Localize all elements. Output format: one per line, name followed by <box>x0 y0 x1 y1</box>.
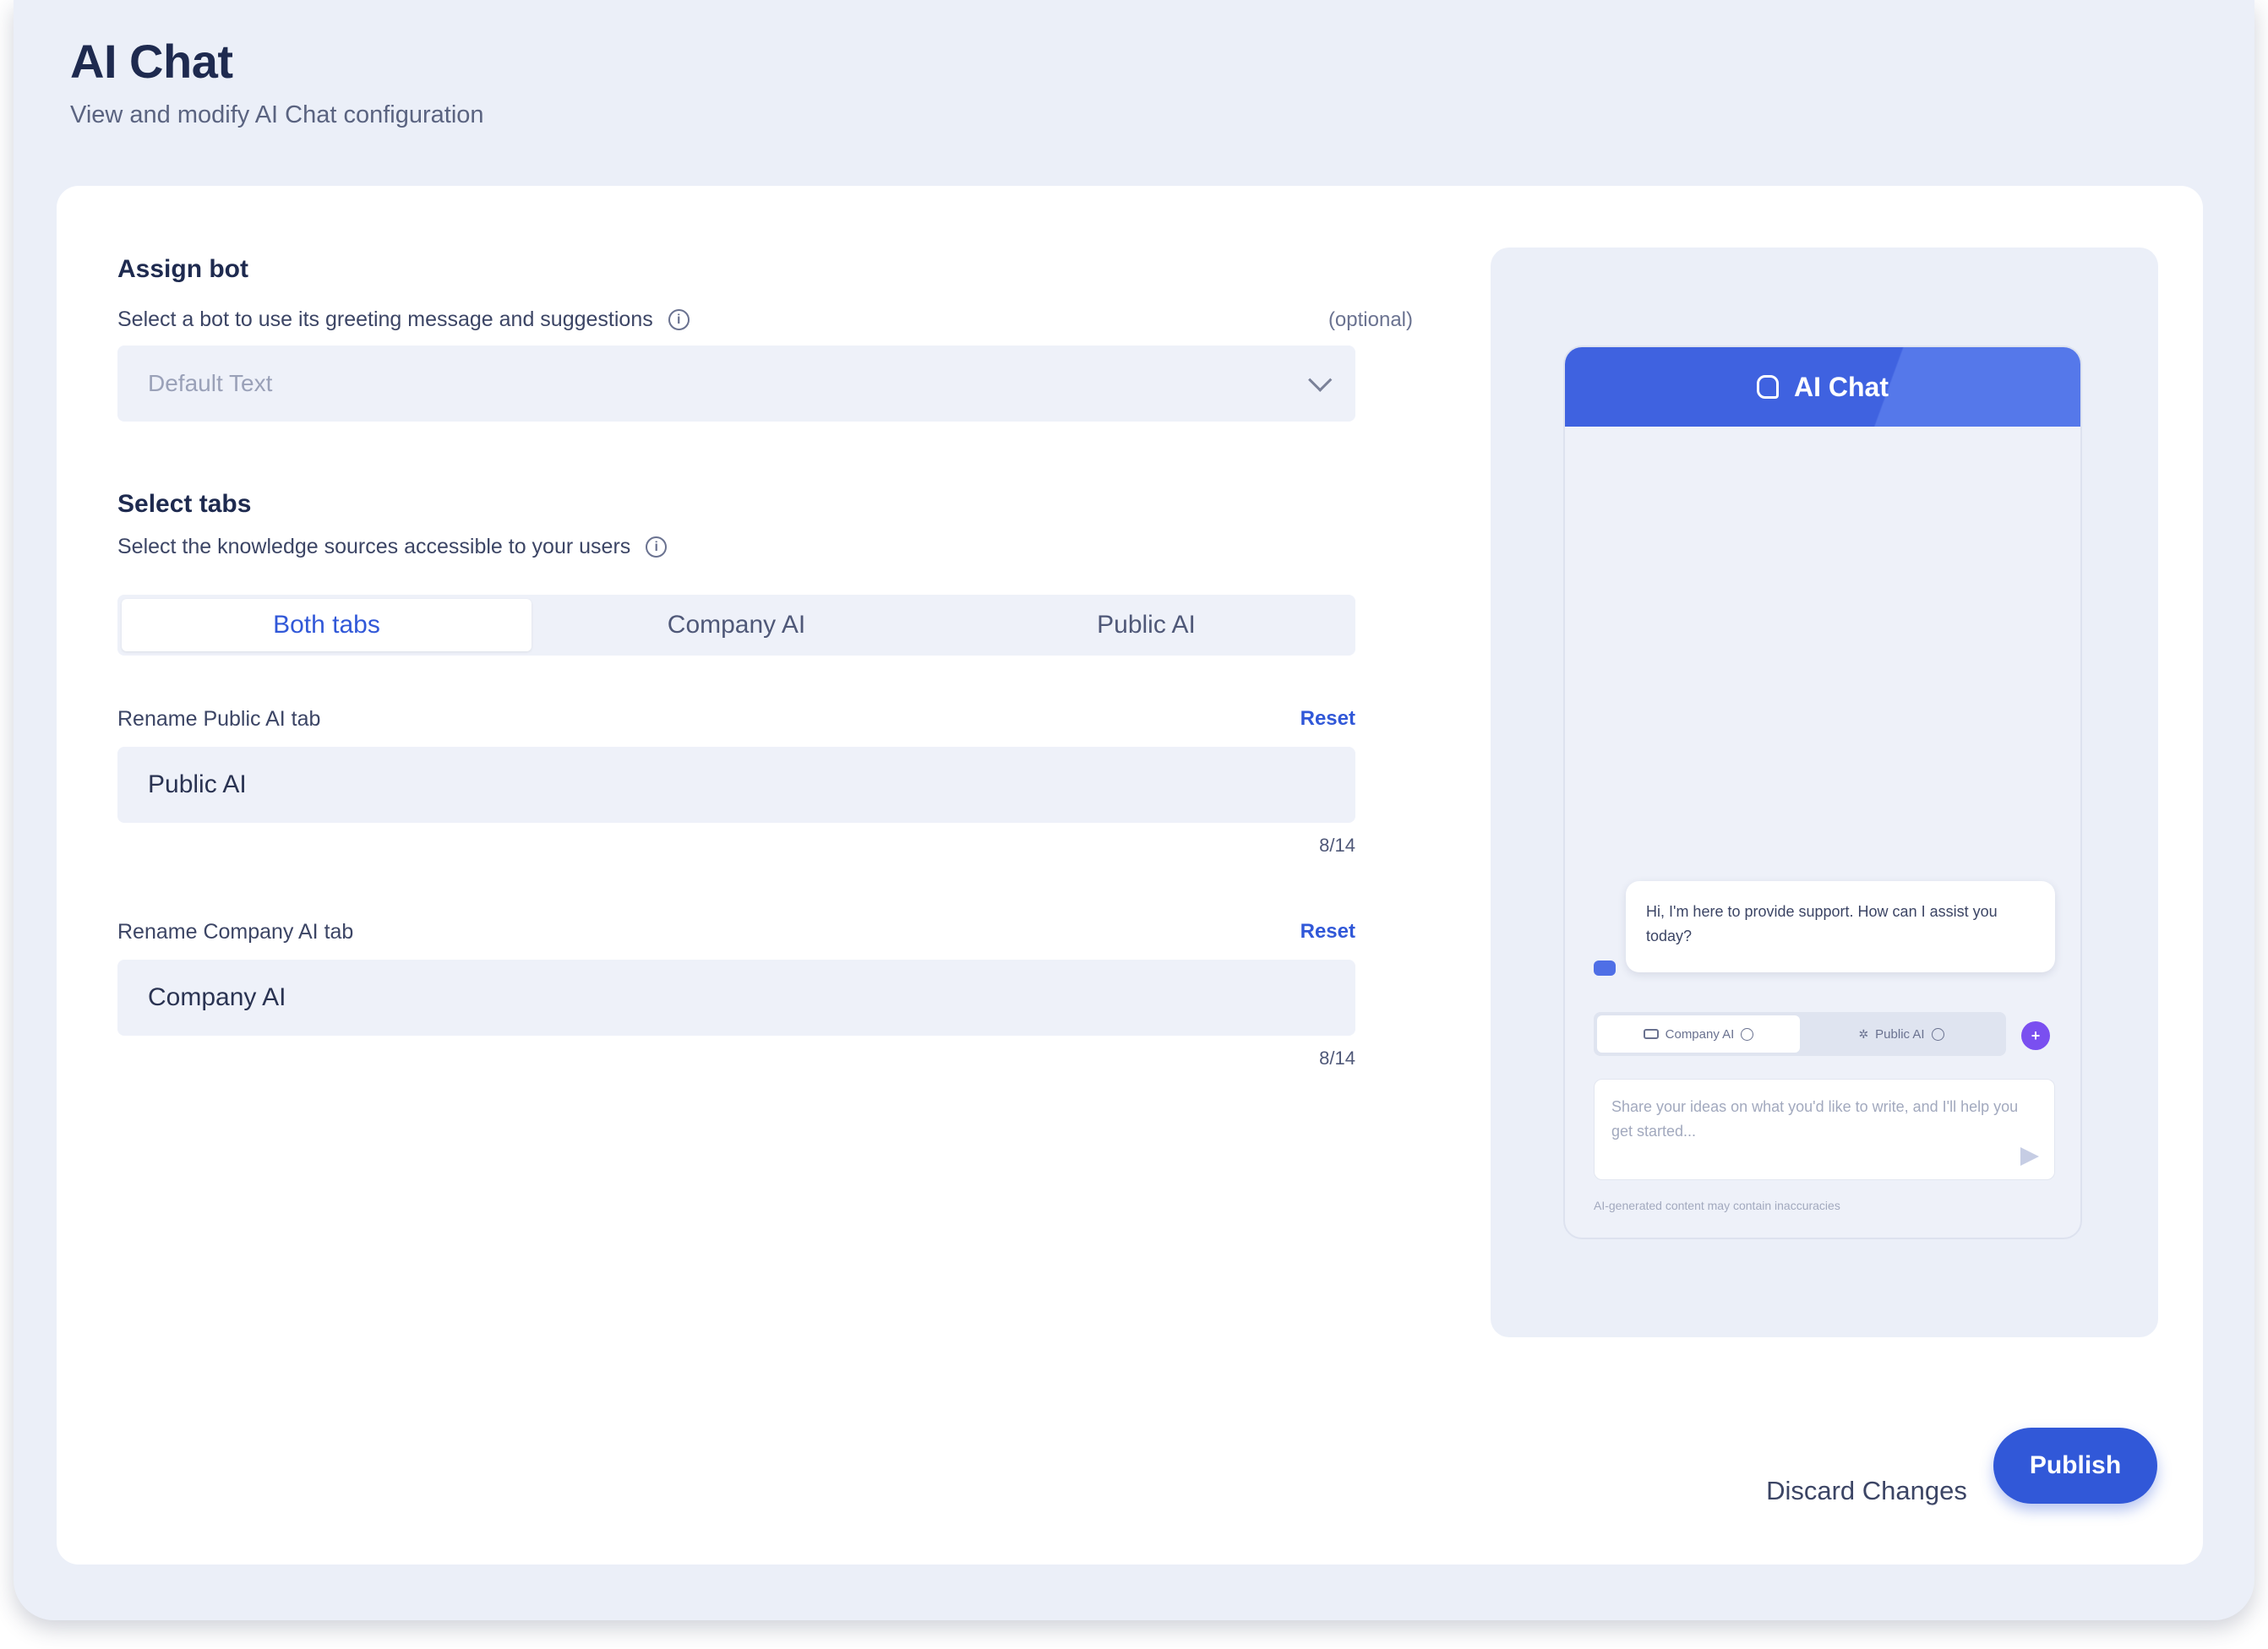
optional-label: (optional) <box>1328 308 1413 331</box>
app-window: AI Chat View and modify AI Chat configur… <box>14 0 2254 1620</box>
discard-changes-button[interactable]: Discard Changes <box>1747 1453 1987 1529</box>
preview-input-placeholder: Share your ideas on what you'd like to w… <box>1611 1098 2019 1140</box>
publish-button[interactable]: Publish <box>1993 1428 2157 1504</box>
config-card: Assign bot Select a bot to use its greet… <box>57 186 2203 1565</box>
chat-preview: AI Chat Hi, I'm here to provide support.… <box>1563 346 2082 1239</box>
rename-public-label: Rename Public AI tab <box>117 707 321 731</box>
rename-company-input[interactable]: Company AI <box>117 960 1355 1036</box>
preview-title: AI Chat <box>1794 371 1889 402</box>
new-chat-icon[interactable]: + <box>2021 1021 2050 1050</box>
info-icon[interactable]: i <box>668 309 690 330</box>
page-title: AI Chat <box>70 35 233 88</box>
assign-bot-helper: Select a bot to use its greeting message… <box>117 307 690 332</box>
preview-header: AI Chat <box>1565 347 2080 427</box>
rename-company-char-count: 8/14 <box>1319 1048 1355 1069</box>
ai-disclaimer: AI-generated content may contain inaccur… <box>1594 1199 1840 1212</box>
send-icon[interactable] <box>2020 1147 2039 1166</box>
preview-tab-label: Company AI <box>1665 1026 1735 1042</box>
assign-bot-helper-text: Select a bot to use its greeting message… <box>117 307 653 331</box>
info-icon <box>1741 1027 1754 1041</box>
select-tabs-helper: Select the knowledge sources accessible … <box>117 535 668 559</box>
reset-company-button[interactable]: Reset <box>1257 920 1355 944</box>
tab-both-tabs[interactable]: Both tabs <box>122 599 532 651</box>
rename-company-label: Rename Company AI tab <box>117 920 354 944</box>
info-icon <box>1931 1027 1944 1041</box>
preview-panel: AI Chat Hi, I'm here to provide support.… <box>1491 248 2158 1337</box>
select-tabs-helper-text: Select the knowledge sources accessible … <box>117 535 631 558</box>
globe-icon: ✲ <box>1858 1026 1869 1041</box>
bot-select[interactable]: Default Text <box>117 346 1355 422</box>
preview-chat-input[interactable]: Share your ideas on what you'd like to w… <box>1594 1079 2055 1180</box>
tab-company-ai[interactable]: Company AI <box>532 599 941 651</box>
chevron-down-icon <box>1308 367 1333 392</box>
rename-public-char-count: 8/14 <box>1319 835 1355 856</box>
preview-tab-label: Public AI <box>1875 1026 1925 1042</box>
reset-public-button[interactable]: Reset <box>1257 707 1355 731</box>
preview-tab-public-ai[interactable]: ✲ Public AI <box>1800 1015 2003 1053</box>
preview-tab-company-ai[interactable]: Company AI <box>1597 1015 1800 1053</box>
bot-select-value: Default Text <box>148 370 273 396</box>
page-subtitle: View and modify AI Chat configuration <box>70 101 484 128</box>
greeting-bubble: Hi, I'm here to provide support. How can… <box>1626 881 2055 972</box>
rename-public-input[interactable]: Public AI <box>117 747 1355 823</box>
assign-bot-heading: Assign bot <box>117 255 248 283</box>
info-icon[interactable]: i <box>646 536 668 558</box>
bot-avatar-icon <box>1594 961 1616 976</box>
tab-selector: Both tabs Company AI Public AI <box>117 595 1355 656</box>
select-tabs-heading: Select tabs <box>117 490 252 518</box>
tab-public-ai[interactable]: Public AI <box>941 599 1351 651</box>
preview-tabs: Company AI ✲ Public AI <box>1594 1012 2006 1056</box>
chat-bubble-icon <box>1757 375 1779 399</box>
company-icon <box>1643 1029 1659 1039</box>
